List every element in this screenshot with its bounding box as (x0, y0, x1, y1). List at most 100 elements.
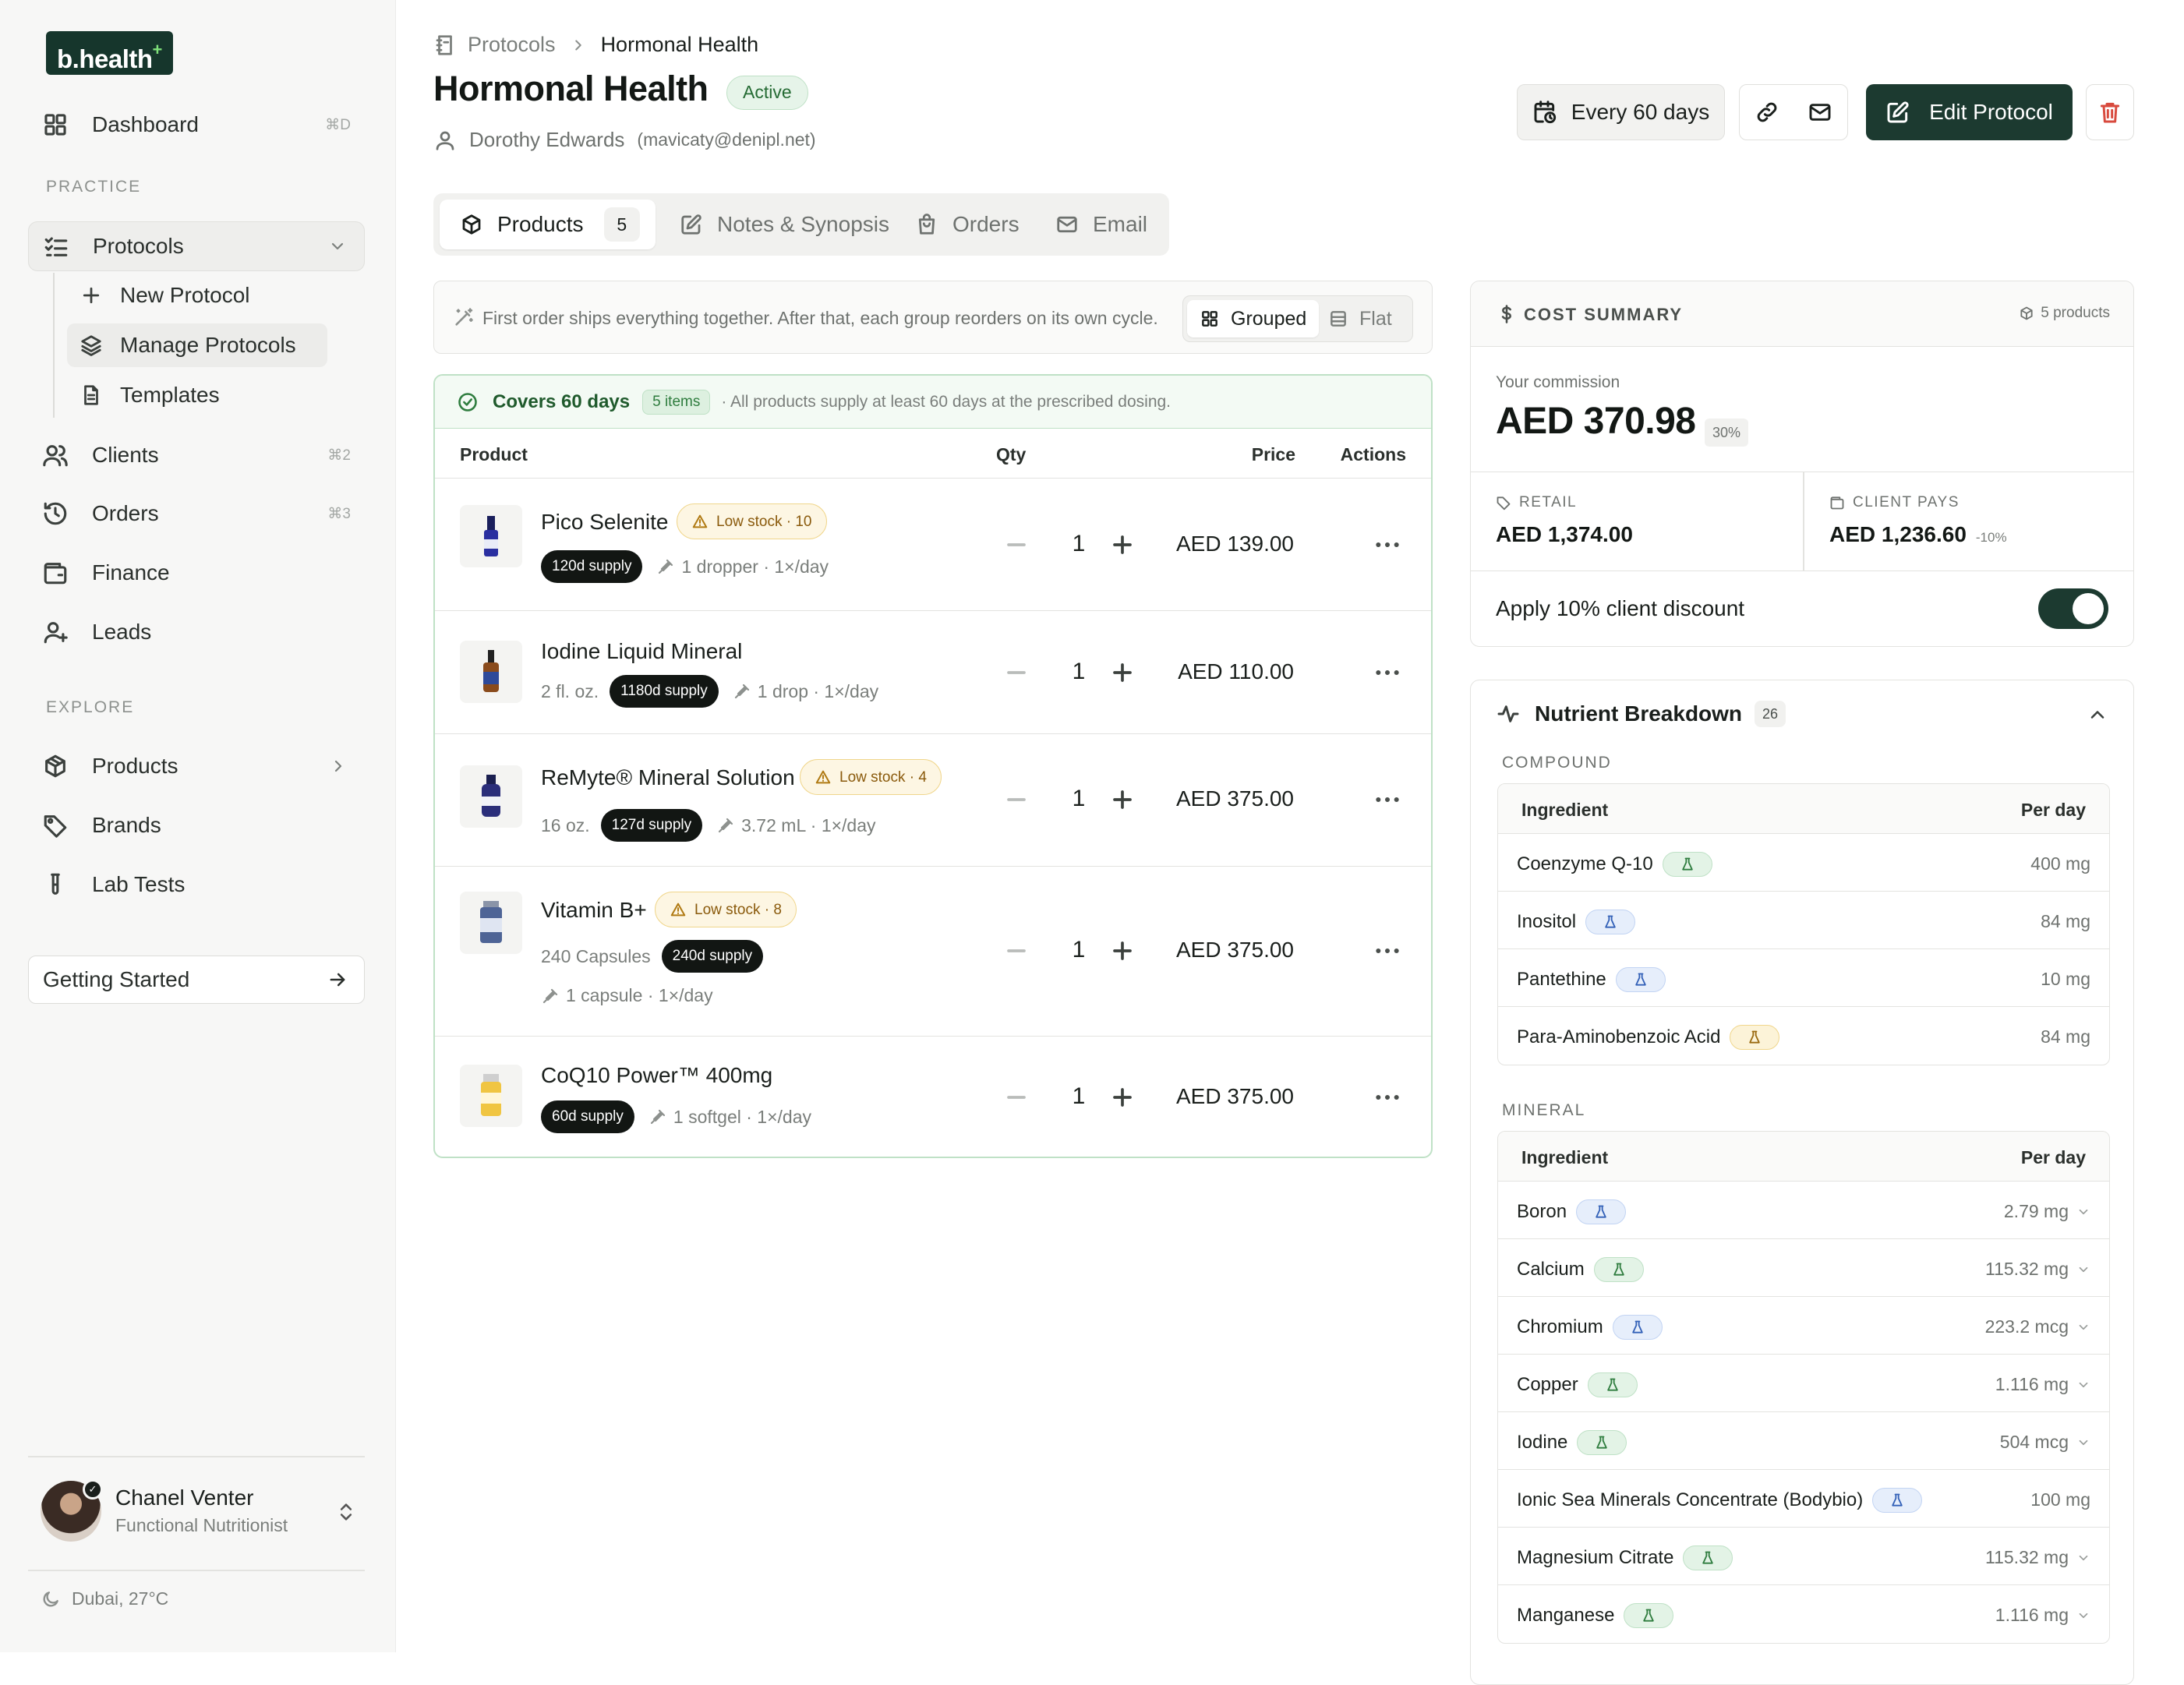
delete-button[interactable] (2086, 84, 2134, 140)
user-profile[interactable]: ✓ Chanel Venter Functional Nutritionist (41, 1479, 368, 1545)
plus-icon[interactable] (1107, 935, 1138, 966)
flask-icon[interactable] (1683, 1545, 1733, 1570)
flask-icon[interactable] (1577, 1430, 1627, 1455)
chevron-down-icon[interactable] (2076, 1263, 2090, 1277)
minus-icon[interactable] (1001, 784, 1032, 815)
chevron-down-icon[interactable] (2076, 1320, 2090, 1334)
flask-icon[interactable] (1612, 1315, 1663, 1340)
document-icon (80, 383, 103, 407)
nutrient-breakdown-card: Nutrient Breakdown 26 COMPOUND Ingredien… (1470, 680, 2134, 1685)
chevron-down-icon[interactable] (2076, 1205, 2090, 1219)
plus-icon[interactable] (1107, 1082, 1138, 1113)
nav-manage-protocols[interactable]: Manage Protocols (67, 323, 327, 367)
plus-icon[interactable] (1107, 529, 1138, 560)
nav-protocols[interactable]: Protocols (28, 221, 365, 271)
nav-products[interactable]: Products (28, 741, 365, 791)
discount-toggle[interactable] (2038, 588, 2108, 629)
minus-icon[interactable] (1001, 935, 1032, 966)
tab-orders[interactable]: Orders (915, 200, 1020, 249)
nutrient-header[interactable]: Nutrient Breakdown 26 (1496, 701, 1786, 727)
product-name[interactable]: CoQ10 Power™ 400mg (541, 1063, 772, 1088)
nav-orders[interactable]: Orders ⌘3 (28, 489, 365, 539)
nutrient-row[interactable]: Chromium 223.2 mcg (1498, 1297, 2109, 1355)
ingredient-amount: 100 mg (2030, 1489, 2090, 1510)
flask-icon[interactable] (1615, 967, 1666, 992)
getting-started-button[interactable]: Getting Started (28, 956, 365, 1004)
chevron-down-icon[interactable] (2076, 1551, 2090, 1565)
minus-icon[interactable] (1001, 529, 1032, 560)
more-icon[interactable] (1372, 784, 1403, 815)
tab-email[interactable]: Email (1055, 200, 1147, 249)
nav-brands[interactable]: Brands (28, 800, 365, 850)
ingredient-amount: 2.79 mg (2003, 1201, 2069, 1221)
flask-icon[interactable] (1662, 852, 1712, 877)
client-name[interactable]: Dorothy Edwards (469, 128, 624, 152)
edit-protocol-button[interactable]: Edit Protocol (1866, 84, 2073, 140)
nutrient-row[interactable]: Boron 2.79 mg (1498, 1182, 2109, 1239)
nav-label: Protocols (93, 234, 184, 258)
flask-icon[interactable] (1872, 1488, 1923, 1513)
more-icon[interactable] (1372, 1082, 1403, 1113)
nutrient-row[interactable]: Magnesium Citrate 115.32 mg (1498, 1528, 2109, 1585)
more-icon[interactable] (1372, 935, 1403, 966)
chevron-right-icon[interactable] (329, 757, 348, 775)
box-icon (460, 213, 483, 236)
more-icon[interactable] (1372, 657, 1403, 688)
ingredient-name: Chromium (1517, 1316, 1603, 1337)
nav-dashboard[interactable]: Dashboard ⌘D (28, 100, 365, 150)
flask-icon[interactable] (1593, 1257, 1644, 1282)
mail-icon[interactable] (1808, 100, 1832, 125)
cost-summary-card: COST SUMMARY 5 products Your commission … (1470, 281, 2134, 647)
minus-icon[interactable] (1001, 1082, 1032, 1113)
chevron-down-icon[interactable] (2076, 1436, 2090, 1450)
chevron-down-icon[interactable] (2076, 1378, 2090, 1392)
quantity-value: 1 (1072, 1083, 1086, 1109)
nutrient-row[interactable]: Manganese 1.116 mg (1498, 1585, 2109, 1643)
nav-templates[interactable]: Templates (67, 373, 327, 417)
quantity-value: 1 (1072, 531, 1086, 556)
flask-icon[interactable] (1587, 1372, 1638, 1397)
flask-icon[interactable] (1730, 1025, 1780, 1050)
nutrient-row[interactable]: Copper 1.116 mg (1498, 1355, 2109, 1412)
client-pays-label: CLIENT PAYS (1829, 494, 1960, 511)
nav-clients[interactable]: Clients ⌘2 (28, 430, 365, 480)
view-grouped-button[interactable]: Grouped (1187, 300, 1320, 337)
nav-lab-tests[interactable]: Lab Tests (28, 860, 365, 910)
product-name[interactable]: Vitamin B+ (541, 898, 647, 923)
layers-icon (80, 334, 103, 357)
nav-new-protocol[interactable]: New Protocol (67, 274, 327, 317)
brand-logo[interactable]: b.health+ (46, 31, 173, 75)
flask-icon[interactable] (1624, 1603, 1674, 1628)
chevron-down-icon[interactable] (328, 237, 347, 256)
more-icon[interactable] (1372, 529, 1403, 560)
product-row[interactable]: ReMyte® Mineral Solution Low stock · 4 1… (435, 734, 1431, 867)
product-name[interactable]: Iodine Liquid Mineral (541, 639, 742, 664)
list-icon (1328, 309, 1348, 329)
product-row[interactable]: Iodine Liquid Mineral 2 fl. oz. 1180d su… (435, 611, 1431, 734)
nutrient-row[interactable]: Calcium 115.32 mg (1498, 1239, 2109, 1297)
link-icon[interactable] (1755, 100, 1779, 125)
chevron-down-icon[interactable] (2076, 1609, 2090, 1623)
schedule-button[interactable]: Every 60 days (1517, 84, 1725, 140)
dose-text: 1 softgel · 1×/day (673, 1106, 811, 1127)
plus-icon[interactable] (1107, 657, 1138, 688)
plus-icon[interactable] (1107, 784, 1138, 815)
chevron-up-icon[interactable] (2087, 704, 2108, 726)
product-name[interactable]: ReMyte® Mineral Solution (541, 765, 795, 790)
product-row[interactable]: Pico Selenite Low stock · 10 120d supply… (435, 479, 1431, 611)
breadcrumb-link[interactable]: Protocols (468, 33, 556, 57)
tab-notes[interactable]: Notes & Synopsis (680, 200, 889, 249)
flask-icon[interactable] (1576, 1199, 1627, 1224)
product-name[interactable]: Pico Selenite (541, 510, 668, 535)
nutrient-row[interactable]: Iodine 504 mcg (1498, 1412, 2109, 1470)
flask-icon[interactable] (1585, 910, 1636, 934)
view-flat-button[interactable]: Flat (1316, 300, 1405, 337)
nav-leads[interactable]: Leads (28, 607, 365, 657)
product-row[interactable]: Vitamin B+ Low stock · 8 240 Capsules 24… (435, 867, 1431, 1037)
status-badge: Active (726, 76, 808, 110)
nav-finance[interactable]: Finance (28, 548, 365, 598)
chevron-up-down-icon[interactable] (335, 1500, 357, 1524)
minus-icon[interactable] (1001, 657, 1032, 688)
product-row[interactable]: CoQ10 Power™ 400mg 60d supply 1 softgel … (435, 1037, 1431, 1157)
tab-products[interactable]: Products 5 (440, 200, 656, 249)
